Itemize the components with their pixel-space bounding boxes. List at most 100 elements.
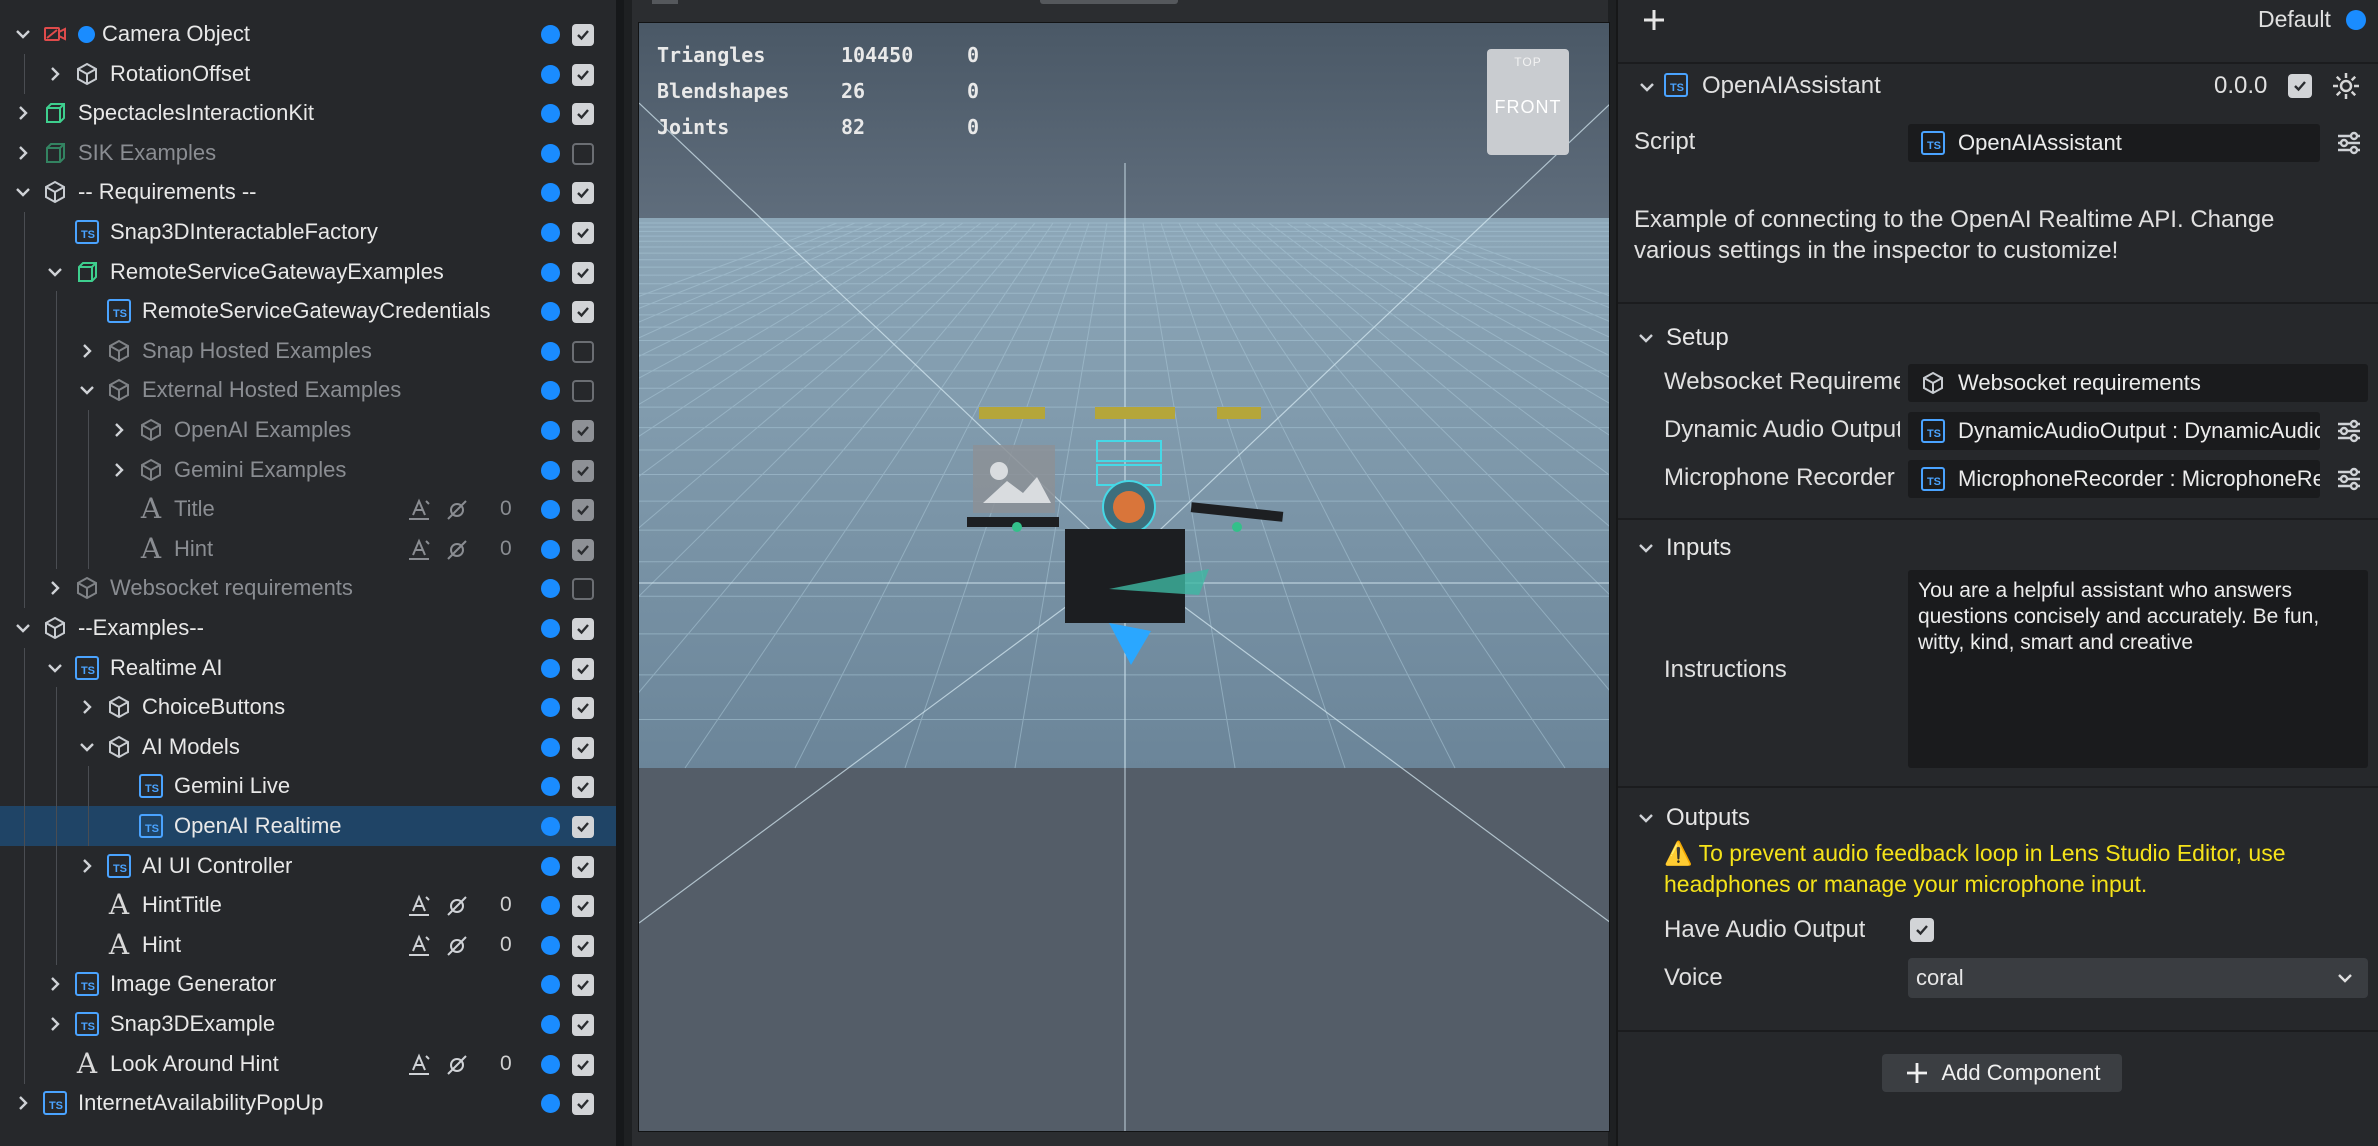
chevron-down-icon[interactable] [76,370,98,410]
visibility-dot[interactable] [541,143,560,163]
visibility-dot[interactable] [541,817,560,836]
component-enabled-checkbox[interactable] [2288,74,2312,98]
text-size-icon[interactable] [406,537,432,563]
enabled-checkbox[interactable] [572,816,594,838]
chevron-right-icon[interactable] [76,687,98,727]
hierarchy-row[interactable]: Snap Hosted Examples [0,330,616,371]
visibility-dot[interactable] [541,698,560,718]
chevron-right-icon[interactable] [108,410,130,450]
visibility-dot[interactable] [541,658,560,678]
hierarchy-row[interactable]: External Hosted Examples [0,370,616,411]
visibility-dot[interactable] [541,64,560,84]
visibility-dot[interactable] [541,421,560,440]
enabled-checkbox[interactable] [572,697,594,720]
chevron-down-icon[interactable] [12,608,34,648]
enabled-checkbox[interactable] [572,736,594,759]
have-audio-output-checkbox[interactable] [1910,918,1934,942]
enabled-checkbox[interactable] [572,142,594,165]
hierarchy-row[interactable]: A Hint 0 [0,924,616,965]
scene-viewport[interactable]: Triangles 104450 0 Blendshapes 26 0 Joints 82 0 … [632,0,1610,1146]
text-size-icon[interactable] [406,933,432,959]
hidden-icon[interactable] [444,537,470,563]
enabled-checkbox[interactable] [572,618,594,640]
visibility-dot[interactable] [541,737,560,757]
visibility-dot[interactable] [541,341,560,361]
inputs-section-header[interactable]: Inputs [1638,534,1731,562]
visibility-dot[interactable] [541,579,560,599]
text-size-icon[interactable] [406,1052,432,1078]
hierarchy-row[interactable]: A HintTitle 0 [0,885,616,926]
hierarchy-row[interactable]: SIK Examples [0,133,616,173]
enabled-checkbox[interactable] [572,182,594,205]
setup-section-header[interactable]: Setup [1638,324,1729,352]
sliders-icon[interactable] [2334,464,2364,494]
setup-field-input[interactable]: TS MicrophoneRecorder : MicrophoneRecorde… [1908,460,2320,498]
chevron-right-icon[interactable] [76,846,98,886]
visibility-dot[interactable] [541,302,560,322]
hierarchy-row[interactable]: Gemini Examples [0,449,616,490]
enabled-checkbox[interactable] [572,855,594,878]
visibility-dot[interactable] [541,1094,560,1114]
hierarchy-row[interactable]: TS RemoteServiceGatewayCredentials [0,291,616,332]
visibility-dot[interactable] [541,975,560,995]
hierarchy-row[interactable]: A Look Around Hint 0 [0,1043,616,1084]
chevron-right-icon[interactable] [76,331,98,371]
visibility-dot[interactable] [541,223,560,242]
add-component-button[interactable]: Add Component [1882,1054,2122,1092]
enabled-checkbox[interactable] [572,24,594,46]
hierarchy-row[interactable]: TS Realtime AI [0,647,616,688]
hierarchy-row[interactable]: RotationOffset [0,53,616,94]
hidden-icon[interactable] [444,933,470,959]
setup-field-input[interactable]: Websocket requirements [1908,364,2368,402]
enabled-checkbox[interactable] [572,538,594,561]
chevron-down-icon[interactable] [76,727,98,767]
viewport-top-tab[interactable] [1040,0,1178,4]
sliders-icon[interactable] [2334,416,2364,446]
hidden-icon[interactable] [444,893,470,919]
chevron-right-icon[interactable] [44,1004,66,1044]
visibility-dot[interactable] [541,381,560,401]
hierarchy-row[interactable]: AI Models [0,726,616,767]
chevron-right-icon[interactable] [12,133,34,173]
visibility-dot[interactable] [541,25,560,44]
viewport-corner-button[interactable] [652,0,678,4]
script-field[interactable]: TS OpenAIAssistant [1908,124,2320,162]
chevron-right-icon[interactable] [44,568,66,608]
gizmo-front-label[interactable]: FRONT [1495,97,1562,118]
chevron-down-icon[interactable] [44,648,66,688]
visibility-dot[interactable] [541,1015,560,1034]
sliders-icon[interactable] [2334,128,2364,158]
visibility-dot[interactable] [541,935,560,955]
visibility-dot[interactable] [541,183,560,203]
enabled-checkbox[interactable] [572,63,594,86]
enabled-checkbox[interactable] [572,974,594,997]
chevron-right-icon[interactable] [44,54,66,94]
enabled-checkbox[interactable] [572,1053,594,1076]
view-orientation-gizmo[interactable]: TOP FRONT [1487,49,1569,155]
hierarchy-row[interactable]: TS Snap3DExample [0,1004,616,1044]
visibility-dot[interactable] [541,777,560,797]
chevron-right-icon[interactable] [12,1083,34,1123]
hierarchy-row[interactable]: TS InternetAvailabilityPopUp [0,1083,616,1123]
hierarchy-row[interactable]: OpenAI Examples [0,410,616,450]
enabled-checkbox[interactable] [572,1093,594,1116]
component-settings-gear-icon[interactable] [2330,70,2362,107]
visibility-dot[interactable] [541,500,560,520]
chevron-down-icon[interactable] [44,252,66,292]
enabled-checkbox[interactable] [572,459,594,482]
enabled-checkbox[interactable] [572,380,594,403]
chevron-right-icon[interactable] [44,964,66,1004]
text-size-icon[interactable] [406,893,432,919]
hierarchy-row[interactable]: TS AI UI Controller [0,845,616,886]
chevron-right-icon[interactable] [12,93,34,133]
hierarchy-row[interactable]: TS OpenAI Realtime [0,806,616,846]
enabled-checkbox[interactable] [572,261,594,284]
hierarchy-row[interactable]: RemoteServiceGatewayExamples [0,251,616,292]
enabled-checkbox[interactable] [572,578,594,601]
hierarchy-row[interactable]: ChoiceButtons [0,687,616,728]
enabled-checkbox[interactable] [572,301,594,324]
preset-label[interactable]: Default [2258,6,2331,33]
hierarchy-row[interactable]: Camera Object [0,14,616,54]
viewport-canvas[interactable]: Triangles 104450 0 Blendshapes 26 0 Joints 82 0 … [638,22,1610,1132]
hierarchy-row[interactable]: --Examples-- [0,608,616,648]
